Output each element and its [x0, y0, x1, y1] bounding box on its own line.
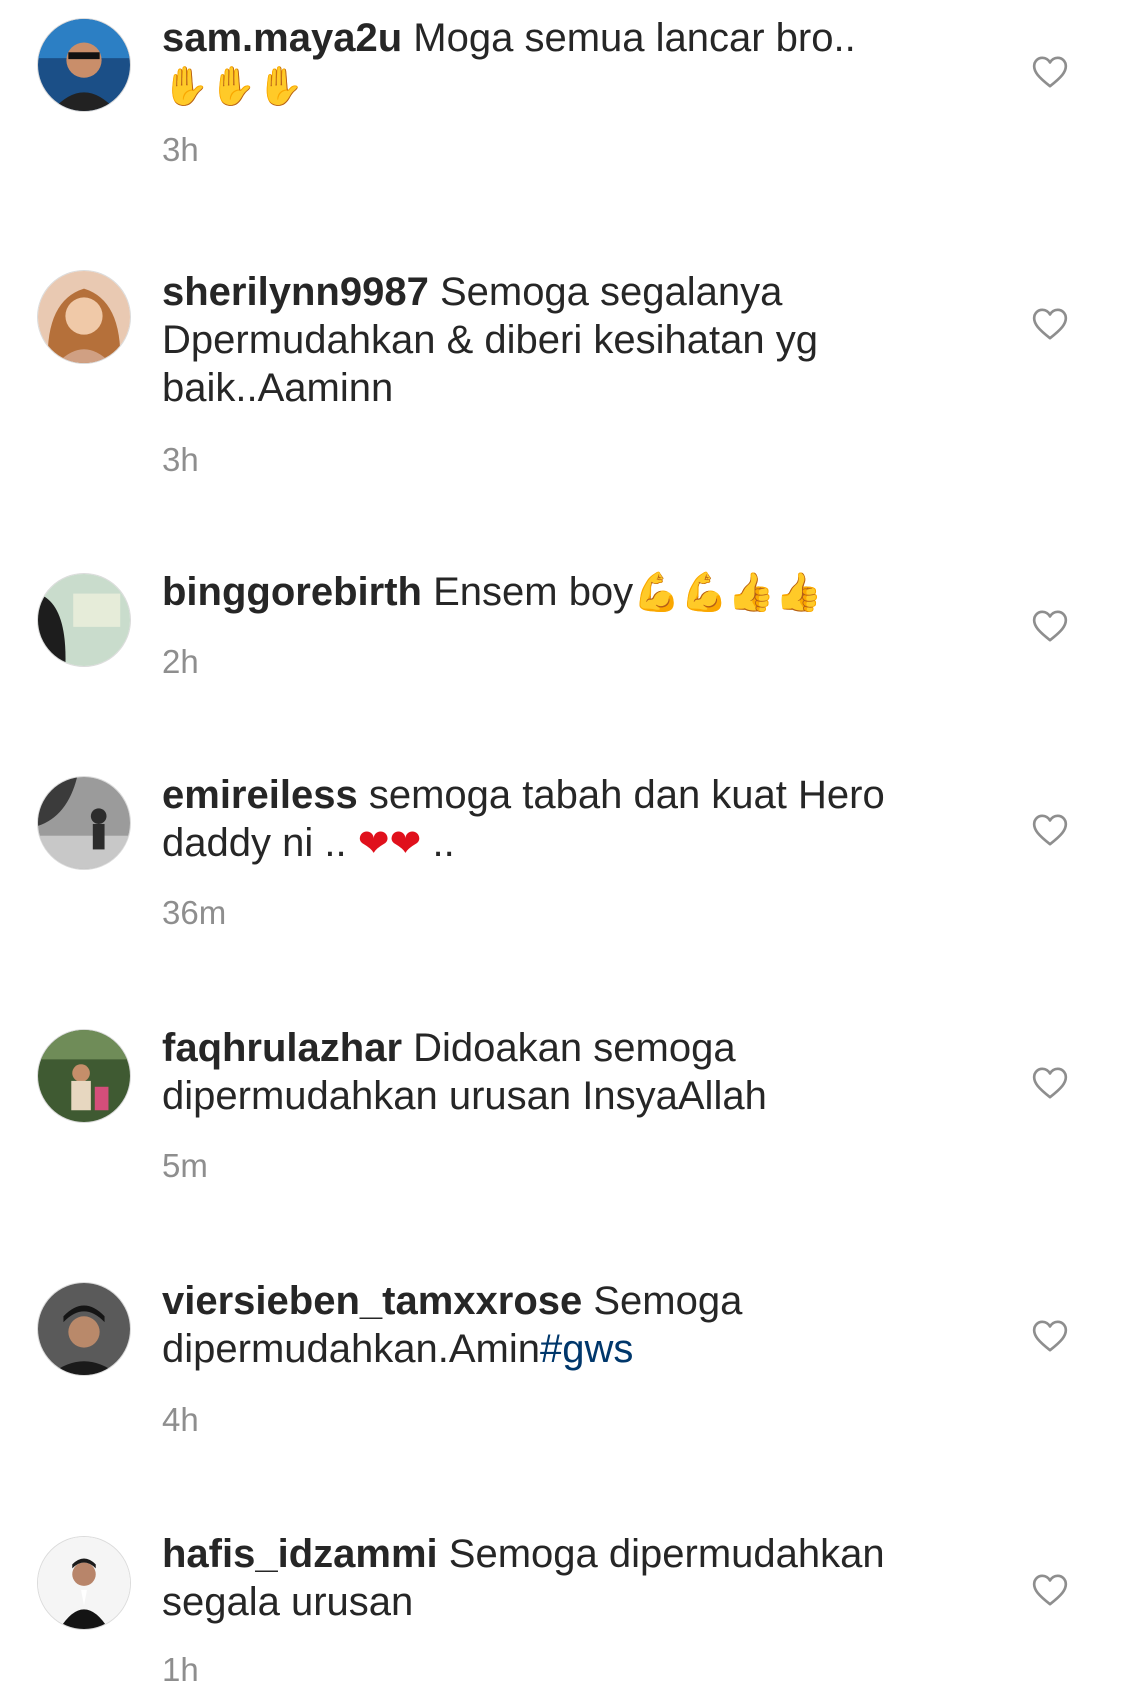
comment-timestamp: 3h	[162, 441, 199, 478]
comment-timestamp: 3h	[162, 131, 199, 168]
heart-outline-icon	[1032, 610, 1068, 642]
avatar-image	[38, 777, 130, 869]
comment-text-trailing: ..	[421, 821, 455, 865]
avatar[interactable]	[37, 18, 131, 112]
avatar[interactable]	[37, 1536, 131, 1630]
avatar[interactable]	[37, 270, 131, 364]
heart-outline-icon	[1032, 308, 1068, 340]
comment-timestamp: 36m	[162, 894, 227, 931]
flexed-biceps-thumbs-up-emoji: 💪💪👍👍	[633, 570, 823, 614]
avatar-image	[38, 1030, 130, 1122]
like-button[interactable]	[1030, 606, 1070, 646]
avatar-image	[38, 19, 130, 111]
like-button[interactable]	[1030, 1316, 1070, 1356]
comment-timestamp: 4h	[162, 1401, 199, 1438]
comment-username[interactable]: viersieben_tamxxrose	[162, 1279, 582, 1323]
like-button[interactable]	[1030, 304, 1070, 344]
comment-username[interactable]: hafis_idzammi	[162, 1532, 438, 1576]
like-button[interactable]	[1030, 1570, 1070, 1610]
avatar[interactable]	[37, 573, 131, 667]
avatar[interactable]	[37, 1029, 131, 1123]
comment-username[interactable]: faqhrulazhar	[162, 1026, 402, 1070]
hashtag-link[interactable]: #gws	[540, 1327, 633, 1371]
heart-outline-icon	[1032, 1574, 1068, 1606]
avatar-image	[38, 1283, 130, 1375]
comment-timestamp: 5m	[162, 1147, 208, 1184]
heart-outline-icon	[1032, 56, 1068, 88]
heart-outline-icon	[1032, 814, 1068, 846]
red-heart-emoji: ❤❤	[357, 821, 422, 865]
comment-username[interactable]: emireiless	[162, 773, 358, 817]
comment-username[interactable]: binggorebirth	[162, 570, 422, 614]
avatar[interactable]	[37, 776, 131, 870]
comment-username[interactable]: sherilynn9987	[162, 270, 429, 314]
comment-text: Ensem boy	[421, 570, 634, 614]
avatar-image	[38, 574, 130, 666]
avatar-image	[38, 271, 130, 363]
heart-outline-icon	[1032, 1067, 1068, 1099]
raised-hands-emoji: ✋✋✋	[162, 64, 304, 108]
like-button[interactable]	[1030, 810, 1070, 850]
avatar[interactable]	[37, 1282, 131, 1376]
comment-timestamp: 2h	[162, 643, 199, 680]
comment-username[interactable]: sam.maya2u	[162, 16, 402, 60]
comment-text: Moga semua lancar bro..	[402, 16, 856, 60]
like-button[interactable]	[1030, 52, 1070, 92]
like-button[interactable]	[1030, 1063, 1070, 1103]
avatar-image	[38, 1537, 130, 1629]
heart-outline-icon	[1032, 1320, 1068, 1352]
comment-timestamp: 1h	[162, 1651, 199, 1688]
